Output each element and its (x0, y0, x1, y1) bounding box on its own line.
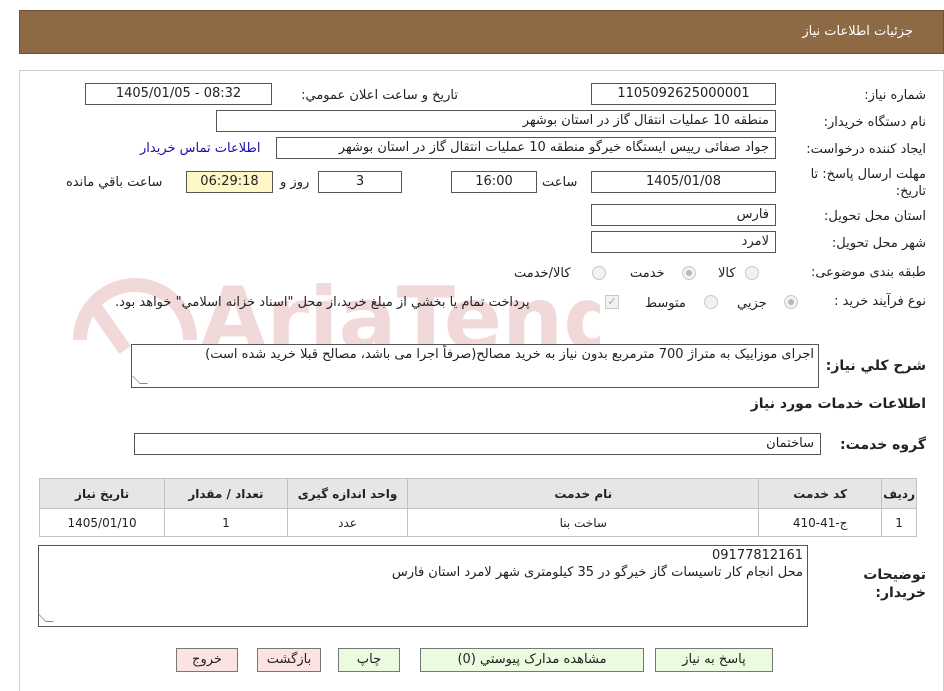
process-label: نوع فرآيند خريد : (834, 294, 926, 309)
remaining-time-field: 06:29:18 (186, 171, 273, 193)
category-radio-goods-service[interactable] (592, 266, 606, 280)
services-section-title: اطلاعات خدمات مورد نياز (750, 396, 926, 412)
table-header-row: رديف کد خدمت نام خدمت واحد اندازه گيری ت… (38, 478, 917, 509)
description-textarea[interactable]: اجرای موزاییک به متراژ 700 مترمربع بدون … (131, 344, 819, 388)
exit-button[interactable]: خروج (176, 648, 238, 672)
category-radio-service[interactable] (682, 266, 696, 280)
category-option-goods: کالا (718, 266, 736, 281)
buyer-org-field: منطقه 10 عمليات انتقال گاز در استان بوشه… (216, 110, 776, 132)
buyer-notes-textarea[interactable]: 09177812161 محل انجام کار تاسیسات گاز خی… (38, 545, 808, 627)
deadline-label: مهلت ارسال پاسخ: تا تاريخ: (810, 167, 926, 199)
cell-quantity: 1 (164, 508, 288, 537)
city-field: لامرد (591, 231, 776, 253)
service-group-field: ساختمان (134, 433, 821, 455)
cell-service-name: ساخت بنا (407, 508, 760, 537)
col-need-date: تاريخ نياز (38, 478, 166, 509)
services-table: رديف کد خدمت نام خدمت واحد اندازه گيری ت… (38, 478, 917, 537)
service-group-label: گروه خدمت: (840, 437, 926, 453)
payment-checkbox[interactable]: ✓ (605, 295, 619, 309)
days-label: روز و (280, 175, 310, 190)
province-label: استان محل تحويل: (824, 209, 926, 224)
city-label: شهر محل تحويل: (831, 236, 926, 251)
category-option-goods-service: کالا/خدمت (514, 266, 571, 281)
col-service-code: کد خدمت (758, 478, 883, 509)
deadline-time-label: ساعت (542, 175, 578, 190)
cell-need-date: 1405/01/10 (38, 508, 166, 537)
back-button[interactable]: بازگشت (257, 648, 321, 672)
buyer-notes-label: توضيحات خريدار: (863, 567, 926, 601)
province-field: فارس (591, 204, 776, 226)
cell-unit: عدد (286, 508, 409, 537)
deadline-time-field: 16:00 (451, 171, 537, 193)
buyer-notes-location: محل انجام کار تاسیسات گاز خیرگو در 35 کی… (391, 565, 803, 580)
need-number-field: 1105092625000001 (591, 83, 776, 105)
requester-label: ايجاد کننده درخواست: (806, 142, 926, 157)
cell-row-number: 1 (881, 508, 917, 537)
col-unit: واحد اندازه گيری (286, 478, 409, 509)
buyer-notes-phone: 09177812161 (712, 548, 803, 563)
announce-date-label: تاريخ و ساعت اعلان عمومي: (301, 88, 458, 103)
buyer-contact-link[interactable]: اطلاعات تماس خريدار (140, 141, 260, 156)
page-title: جزئيات اطلاعات نياز (802, 24, 913, 39)
col-service-name: نام خدمت (407, 478, 760, 509)
table-row: 1 ج-41-410 ساخت بنا عدد 1 1405/01/10 (38, 508, 917, 537)
requester-field: جواد صفائی رییس ایستگاه خیرگو منطقه 10 ع… (276, 137, 776, 159)
category-option-service: خدمت (630, 266, 665, 281)
page-header: جزئيات اطلاعات نياز (19, 10, 944, 54)
col-quantity: تعداد / مقدار (164, 478, 288, 509)
days-remaining-field: 3 (318, 171, 402, 193)
remaining-time-label: ساعت باقي مانده (66, 175, 163, 190)
need-number-label: شماره نياز: (864, 88, 926, 103)
announce-date-field: 1405/01/05 - 08:32 (85, 83, 272, 105)
cell-service-code: ج-41-410 (758, 508, 883, 537)
respond-button[interactable]: پاسخ به نياز (655, 648, 773, 672)
category-radio-goods[interactable] (745, 266, 759, 280)
deadline-date-field: 1405/01/08 (591, 171, 776, 193)
category-label: طبقه بندی موضوعی: (810, 265, 926, 280)
description-text: اجرای موزاییک به متراژ 700 مترمربع بدون … (205, 347, 814, 362)
process-radio-minor[interactable] (784, 295, 798, 309)
process-option-minor: جزيي (737, 296, 767, 311)
print-button[interactable]: چاپ (338, 648, 400, 672)
process-option-medium: متوسط (645, 296, 686, 311)
payment-note: پرداخت تمام يا بخشي از مبلغ خريد،از محل … (115, 295, 530, 310)
buyer-org-label: نام دستگاه خريدار: (823, 115, 926, 130)
process-radio-medium[interactable] (704, 295, 718, 309)
attachments-button[interactable]: مشاهده مدارک پيوستي (0) (420, 648, 644, 672)
col-row-number: رديف (881, 478, 917, 509)
description-label: شرح کلي نياز: (825, 358, 926, 374)
